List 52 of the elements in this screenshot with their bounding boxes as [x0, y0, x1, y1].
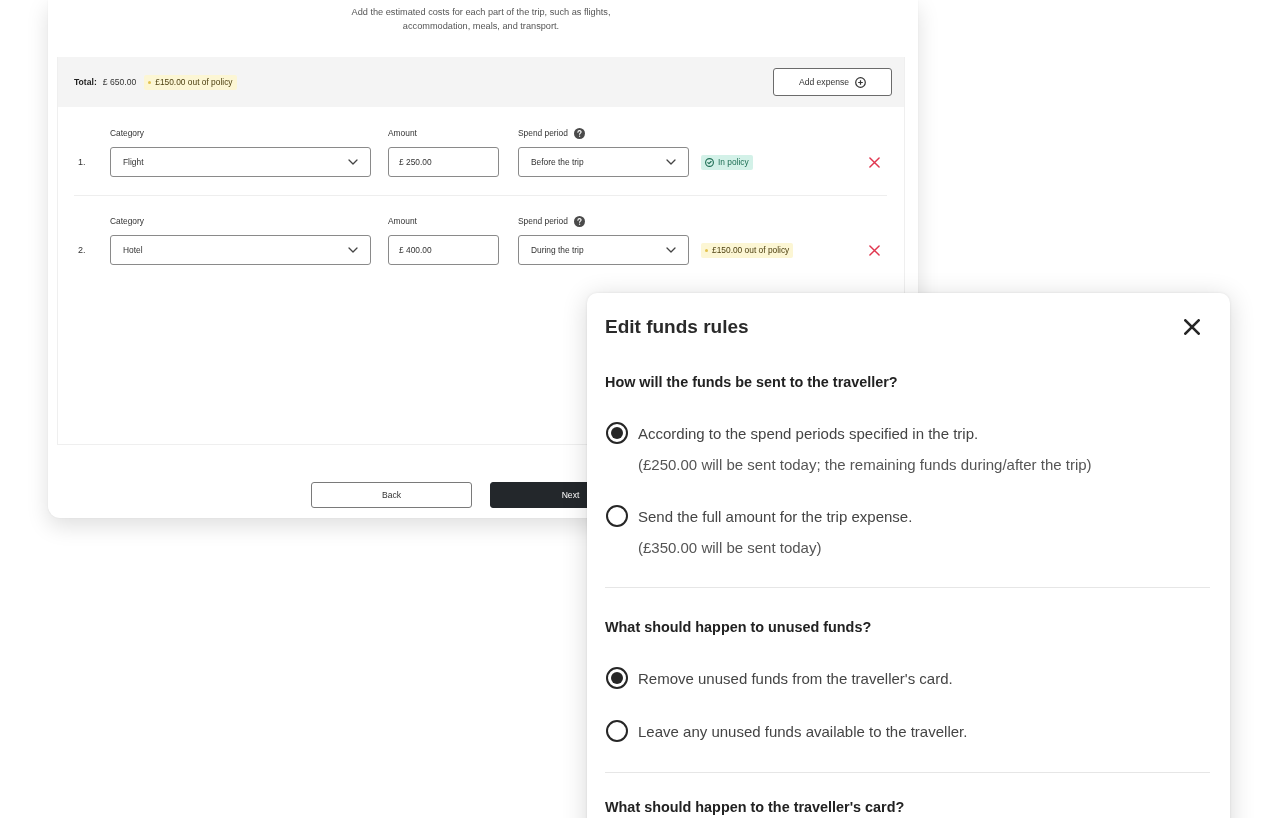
dot-icon	[705, 248, 708, 252]
delete-button[interactable]	[869, 244, 880, 256]
spend-period-select[interactable]: Before the trip	[518, 147, 689, 177]
radio-button[interactable]	[606, 422, 628, 444]
section-question: How will the funds be sent to the traveller?	[605, 374, 899, 391]
section-question: What should happen to the traveller's card?	[605, 799, 906, 816]
amount-field[interactable]: £ 400.00	[388, 235, 499, 265]
field-label: Category	[110, 215, 145, 227]
chevron-down-icon	[348, 247, 358, 253]
close-button[interactable]	[1184, 319, 1200, 335]
dot-icon	[148, 80, 152, 84]
option-note: (£350.00 will be sent today)	[638, 538, 823, 558]
delete-button[interactable]	[869, 156, 880, 168]
section-question: What should happen to unused funds?	[605, 619, 873, 636]
chevron-down-icon	[666, 159, 676, 165]
total-label: Total:	[74, 77, 97, 87]
total-value: £ 650.00	[102, 77, 137, 87]
field-label: Amount	[388, 215, 418, 227]
check-circle-icon	[705, 157, 714, 167]
close-icon	[1184, 319, 1200, 335]
spend-period-select[interactable]: During the trip	[518, 235, 689, 265]
add-expense-button[interactable]: Add expense	[773, 68, 892, 96]
radio-button[interactable]	[606, 505, 628, 527]
chevron-down-icon	[348, 159, 358, 165]
field-label: Amount	[388, 127, 418, 139]
radio-button[interactable]	[606, 667, 628, 689]
badge-text: £150.00 out of policy	[155, 77, 233, 87]
option-label[interactable]: Leave any unused funds available to the traveller.	[638, 722, 968, 740]
badge-text: In policy	[718, 157, 749, 167]
option-label[interactable]: Send the full amount for the trip expense.	[638, 507, 913, 525]
delete-icon	[869, 156, 880, 168]
description-text: Add the estimated costs for each part of the trip, such as flights, accommodation, meals, and transport.	[350, 6, 612, 33]
option-label[interactable]: Remove unused funds from the traveller's card.	[638, 669, 953, 687]
badge-text: £150.00 out of policy	[712, 245, 790, 255]
chevron-down-icon	[666, 247, 676, 253]
field-label: Spend period	[518, 215, 568, 227]
option-label[interactable]: According to the spend periods specified in the trip.	[638, 424, 979, 442]
option-note: (£250.00 will be sent today; the remaining funds during/after the trip)	[638, 455, 1093, 475]
radio-button[interactable]	[606, 720, 628, 742]
back-button[interactable]: Back	[311, 482, 472, 508]
row-number: 2.	[78, 245, 87, 255]
help-icon	[573, 127, 585, 139]
category-select[interactable]: Hotel	[110, 235, 371, 265]
category-select[interactable]: Flight	[110, 147, 371, 177]
help-icon	[573, 215, 585, 227]
plus-circle-icon	[855, 76, 867, 88]
field-label: Spend period	[518, 127, 568, 139]
amount-field[interactable]: £ 250.00	[388, 147, 499, 177]
delete-icon	[869, 244, 880, 256]
dialog-title: Edit funds rules	[605, 315, 749, 339]
row-number: 1.	[78, 157, 87, 167]
field-label: Category	[110, 127, 145, 139]
